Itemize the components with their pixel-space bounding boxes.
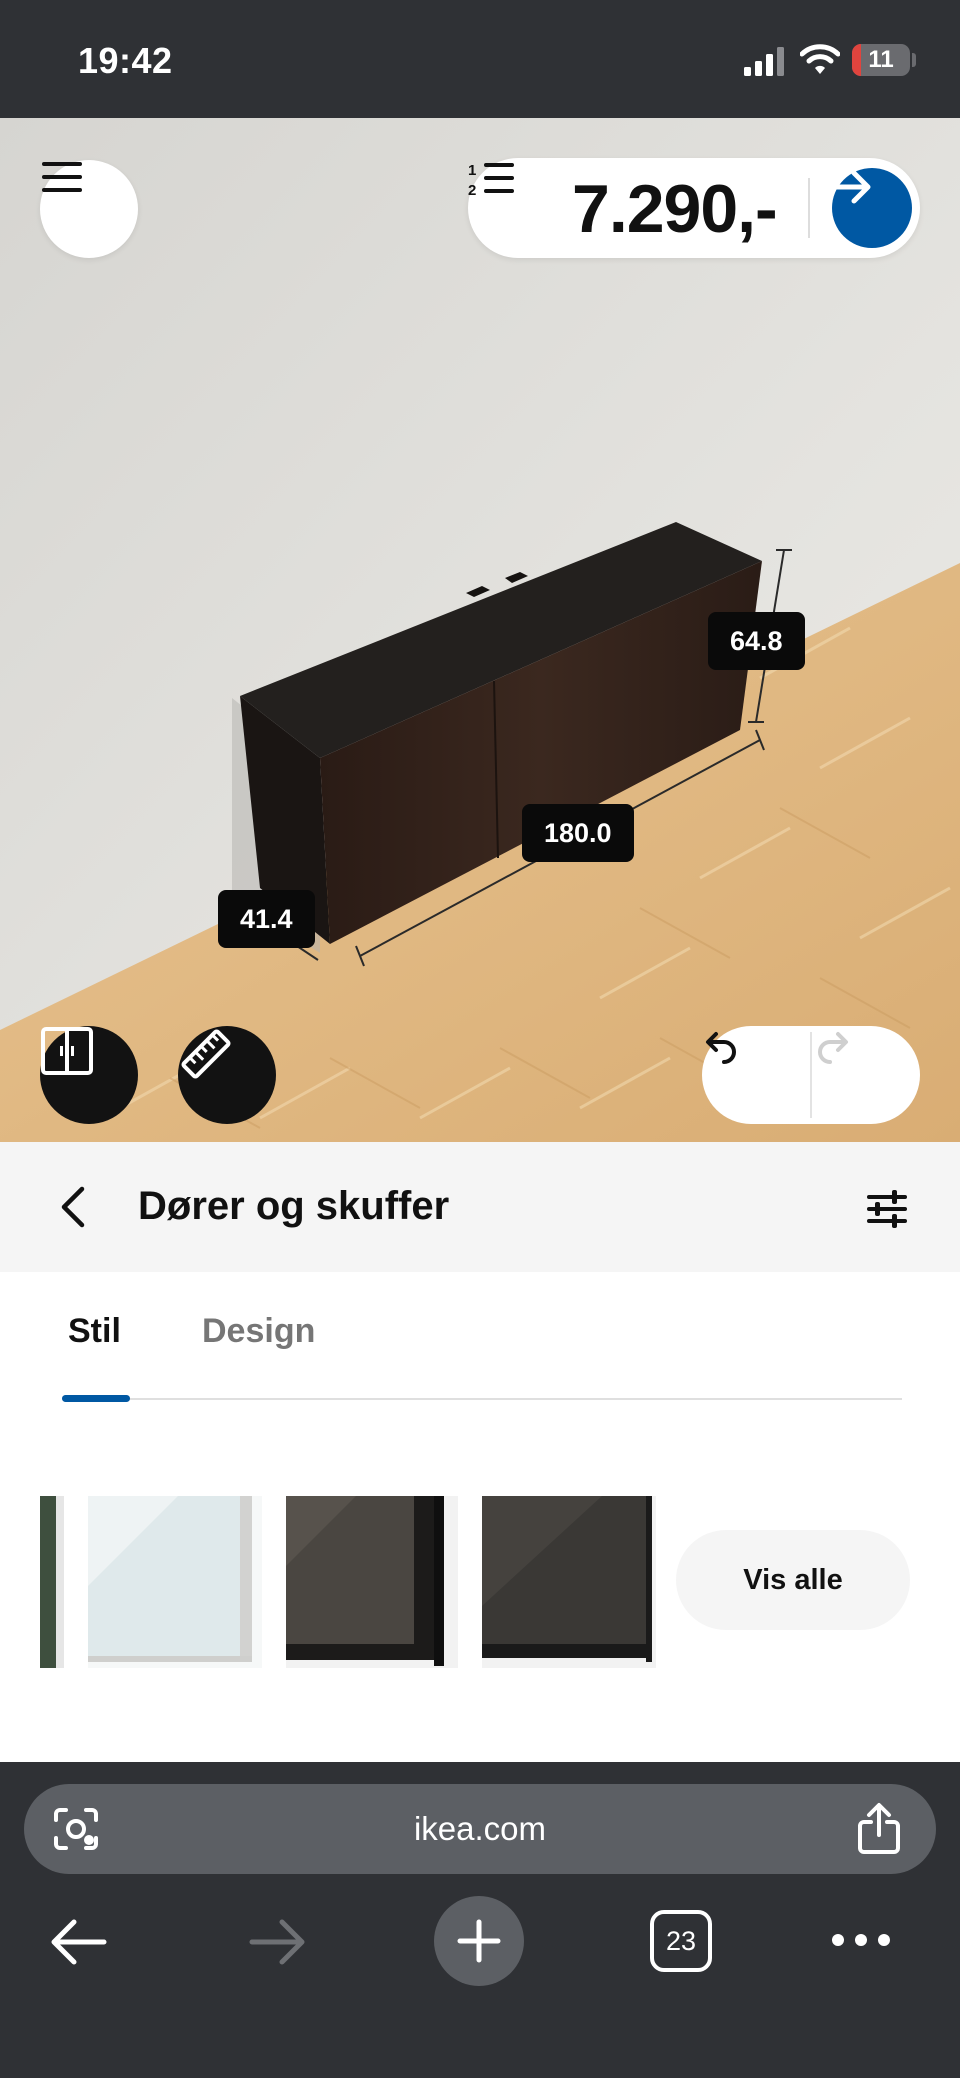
panel-body: Stil Design Vis alle [0,1272,960,1762]
back-button[interactable] [46,1180,100,1234]
new-tab-button[interactable] [434,1896,524,1986]
wifi-icon [800,44,840,74]
svg-text:1: 1 [468,162,476,179]
status-time: 19:42 [78,40,173,81]
door-option-smoked-glass[interactable] [286,1496,458,1668]
numbered-list-icon: 1 2 [468,162,514,198]
battery-icon: 11 [852,44,910,76]
panel-header: Dører og skuffer [0,1142,960,1272]
tab-count-button[interactable]: 23 [650,1910,712,1972]
redo-button[interactable] [812,1026,920,1124]
battery-cap [912,53,916,67]
redo-icon [818,1032,848,1064]
sliders-icon [867,1190,907,1228]
filter-button[interactable] [862,1184,912,1234]
room-render [0,118,960,1142]
battery-percent: 11 [868,46,894,73]
toggle-measurements-button[interactable] [178,1026,276,1124]
undo-icon [706,1032,736,1064]
width-dimension-label: 180.0 [522,804,634,862]
height-dimension-label: 64.8 [708,612,805,670]
cabinet-doors-icon [41,1027,93,1075]
undo-redo-controls [702,1026,920,1124]
tab-divider [62,1398,902,1400]
share-icon[interactable] [854,1802,904,1856]
browser-back-icon[interactable] [46,1912,110,1972]
more-icon[interactable] [830,1920,892,1960]
tab-stil[interactable]: Stil [68,1312,121,1351]
door-option-black-brown[interactable] [482,1496,656,1668]
door-option-green[interactable] [40,1496,64,1668]
browser-forward-icon[interactable] [246,1912,310,1972]
svg-text:2: 2 [468,182,476,198]
planner-3d-view[interactable]: 1 2 7.290,- 64.8 180.0 41.4 [0,118,960,1142]
toggle-doors-button[interactable] [40,1026,138,1124]
hamburger-icon [42,162,82,192]
chevron-left-icon [61,1186,85,1228]
undo-button[interactable] [702,1026,810,1124]
price-divider [808,178,810,238]
tab-design[interactable]: Design [202,1312,315,1351]
show-all-button[interactable]: Vis alle [676,1530,910,1630]
browser-toolbar: ikea.com 23 [0,1762,960,2078]
arrow-right-icon [833,170,871,204]
ruler-icon [181,1029,231,1079]
smoked-glass-door-icon [286,1496,458,1668]
door-option-frosted-glass[interactable] [88,1496,262,1668]
panel-title: Dører og skuffer [138,1184,450,1228]
url-text: ikea.com [413,1810,547,1847]
plus-icon [457,1919,501,1963]
status-bar: 19:42 11 [0,0,960,118]
active-tab-indicator [62,1395,130,1402]
total-price: 7.290,- [572,171,778,247]
menu-button[interactable] [40,160,138,258]
frosted-glass-door-icon [88,1496,262,1668]
address-bar[interactable]: ikea.com [24,1784,936,1874]
price-summary[interactable]: 1 2 7.290,- [468,158,920,258]
green-door-front-icon [40,1496,64,1668]
cellular-signal-icon [744,47,784,76]
black-brown-door-icon [482,1496,656,1668]
depth-dimension-label: 41.4 [218,890,315,948]
proceed-button[interactable] [832,168,912,248]
